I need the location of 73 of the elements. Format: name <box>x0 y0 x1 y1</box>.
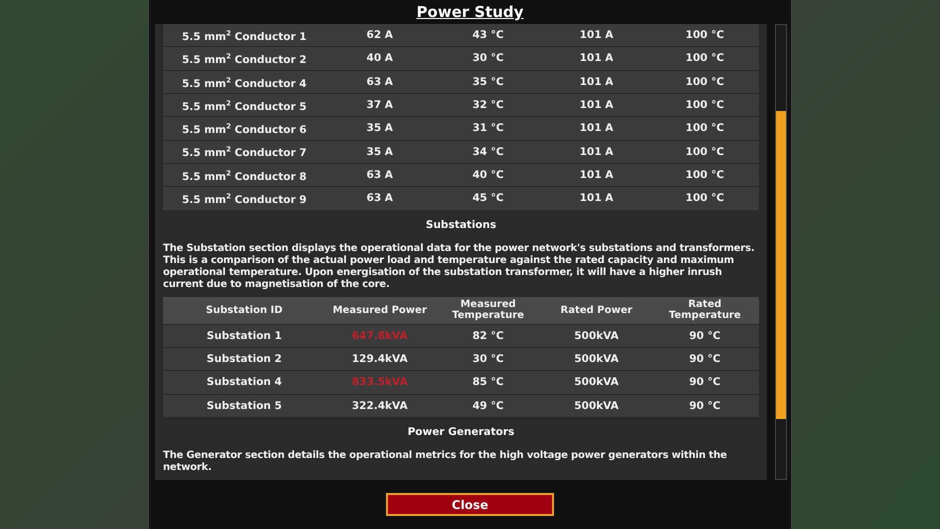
column-header: Substation ID <box>204 304 284 316</box>
close-button[interactable]: Close <box>386 493 554 516</box>
table-cell-text: 500kVA <box>573 400 620 412</box>
scrollbar[interactable] <box>775 24 787 480</box>
section-description: The Generator section details the operational metrics for the high voltage power generators within the network. <box>163 450 728 474</box>
table-cell-text: 101 A <box>578 29 614 42</box>
table-cell-text: 833.5kVA <box>350 376 409 388</box>
table-cell-text: 100 °C <box>684 52 726 64</box>
table-cell-text: 35 °C <box>471 76 505 88</box>
dialog-title: Power Study <box>415 2 525 23</box>
table-cell-text: 5.5 mm$^{2}$ Conductor 7 <box>180 144 308 160</box>
table-cell-text: 100 °C <box>684 29 726 42</box>
table-cell-text: 5.5 mm$^{2}$ Conductor 5 <box>180 98 308 113</box>
table-cell-text: 90 °C <box>688 330 722 342</box>
section-heading: Power Generators <box>406 426 516 438</box>
table-cell-text: 90 °C <box>688 353 722 366</box>
table-cell-text: 5.5 mm$^{2}$ Conductor 6 <box>180 122 308 136</box>
table-cell-text: 647.8kVA <box>350 330 409 342</box>
table-cell-text: 101 A <box>578 122 614 134</box>
table-cell-text: 5.5 mm$^{2}$ Conductor 4 <box>180 75 308 90</box>
table-cell-text: 101 A <box>578 52 614 64</box>
table-cell-text: 35 A <box>366 122 394 134</box>
table-cell-text: Substation 1 <box>206 330 283 342</box>
table-cell-text: Substation 4 <box>206 376 283 388</box>
table-cell-text: 85 °C <box>471 376 505 388</box>
table-cell-text: 100 °C <box>684 99 726 112</box>
section-heading: Substations <box>424 218 498 230</box>
table-cell-text: 30 °C <box>471 52 505 64</box>
table-cell-text: 101 A <box>578 99 614 112</box>
table-cell-text: 100 °C <box>684 146 726 158</box>
table-cell-text: 62 A <box>366 29 394 42</box>
table-cell-text: 31 °C <box>471 122 505 134</box>
table-cell-text: 45 °C <box>471 192 505 204</box>
table-cell-text: 5.5 mm$^{2}$ Conductor 8 <box>180 168 308 183</box>
table-cell-text: 101 A <box>578 146 614 158</box>
table-cell-text: 90 °C <box>688 400 722 412</box>
table-cell-text: 100 °C <box>684 122 726 134</box>
column-header: Measured Power <box>332 304 428 316</box>
table-cell-text: 34 °C <box>471 146 505 158</box>
table-cell-text: 5.5 mm$^{2}$ Conductor 9 <box>180 192 308 206</box>
table-cell-text: 32 °C <box>471 99 505 112</box>
table-cell-text: 63 A <box>366 76 394 88</box>
table-cell-text: 5.5 mm$^{2}$ Conductor 2 <box>180 52 308 66</box>
table-cell-text: 63 A <box>366 169 394 182</box>
table-cell-text: 90 °C <box>688 376 722 388</box>
table-cell-text: 30 °C <box>471 353 505 366</box>
table-cell-text: 5.5 mm$^{2}$ Conductor 1 <box>180 28 308 43</box>
table-cell-text: 500kVA <box>573 376 620 388</box>
table-cell-text: 40 °C <box>471 169 505 182</box>
table-cell-text: 63 A <box>366 192 394 204</box>
section-description: The Substation section displays the operational data for the power network's substations and transformers. This is a comparison of the actual power load and temperature against the rated capacity and maximum operational temperature. Upon energisation of the substation transformer, it will have a higher inrush current due to magnetisation of the core. <box>163 242 756 290</box>
scrollbar-thumb[interactable] <box>776 111 786 419</box>
table-cell-text: 500kVA <box>573 353 620 366</box>
table-cell-text: 82 °C <box>471 330 505 342</box>
table-cell-text: 37 A <box>366 99 394 112</box>
table-cell-text: 43 °C <box>471 29 505 42</box>
table-cell-text: 40 A <box>366 52 394 64</box>
table-cell-text: 100 °C <box>684 169 726 182</box>
table-cell-text: Substation 5 <box>206 400 283 412</box>
table-cell-text: 100 °C <box>684 76 726 88</box>
table-cell-text: Substation 2 <box>206 353 283 366</box>
table-cell-text: 500kVA <box>573 330 620 342</box>
column-header: Rated Power <box>560 304 634 316</box>
column-header: Rated Temperature <box>668 299 742 322</box>
table-cell-text: 101 A <box>578 76 614 88</box>
table-cell-text: 129.4kVA <box>350 353 409 366</box>
table-cell-text: 101 A <box>578 192 614 204</box>
table-cell-text: 322.4kVA <box>350 400 409 412</box>
column-header: Measured Temperature <box>451 299 526 322</box>
table-cell-text: 101 A <box>578 169 614 182</box>
table-cell-text: 49 °C <box>471 400 505 412</box>
table-cell-text: 100 °C <box>684 192 726 204</box>
table-cell-text: 35 A <box>366 146 394 158</box>
